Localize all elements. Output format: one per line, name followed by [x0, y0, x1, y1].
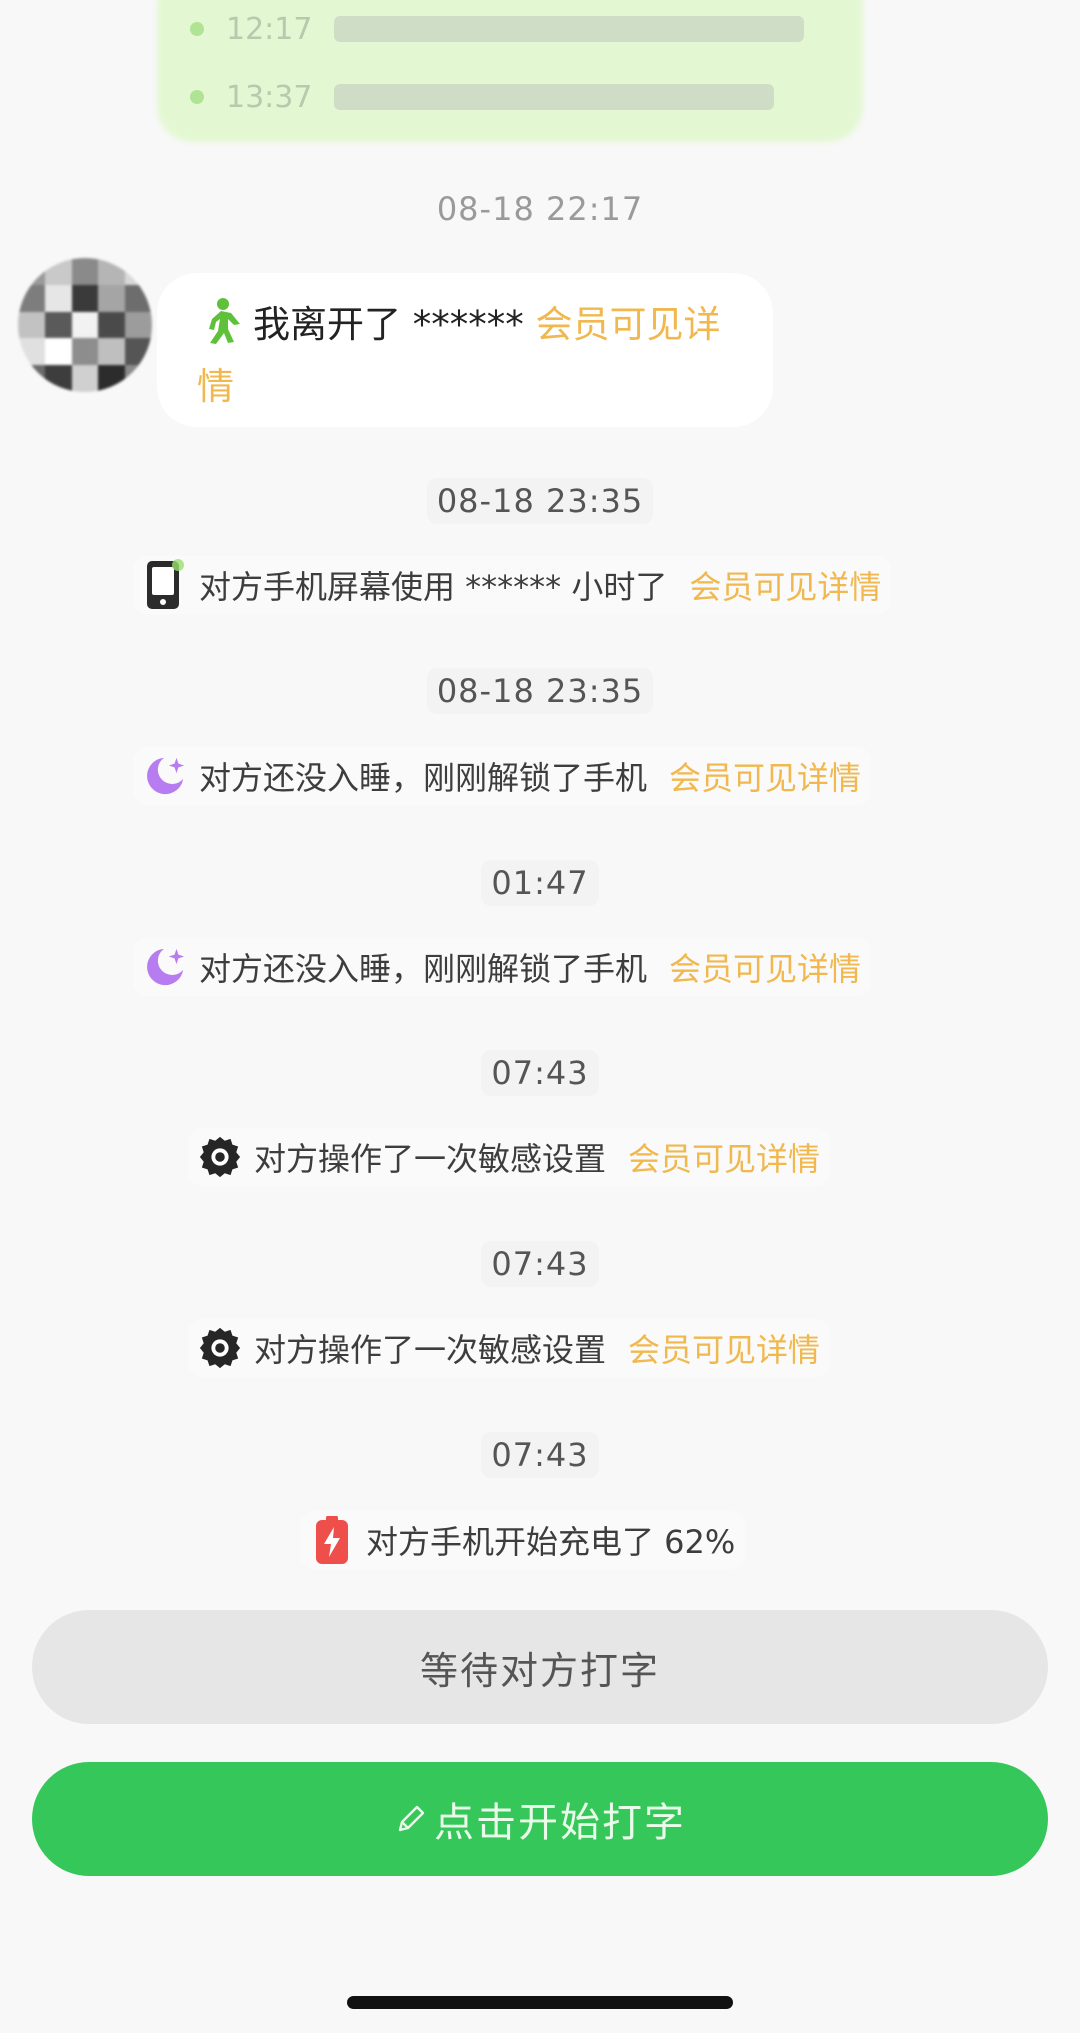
moon-icon	[143, 754, 187, 798]
avatar[interactable]	[18, 258, 152, 392]
start-typing-button[interactable]: 点击开始打字	[32, 1762, 1048, 1876]
timestamp: 08-18 23:35	[0, 478, 1080, 524]
event-item: 对方手机屏幕使用 ****** 小时了 会员可见详情	[133, 556, 892, 614]
event-item: 对方操作了一次敏感设置 会员可见详情	[188, 1319, 831, 1377]
member-details-link[interactable]: 会员可见详情	[628, 1325, 820, 1371]
event-item: 对方还没入睡，刚刚解锁了手机 会员可见详情	[133, 747, 872, 805]
timestamp: 08-18 22:17	[436, 190, 644, 228]
timestamp: 07:43	[0, 1241, 1080, 1287]
previous-line-2: 13:37	[190, 80, 775, 115]
timestamp: 08-18 23:35	[0, 668, 1080, 714]
event-item: 对方操作了一次敏感设置 会员可见详情	[188, 1128, 831, 1186]
message-bubble[interactable]: 我离开了 ****** 会员可见详情	[157, 273, 773, 427]
timestamp: 01:47	[0, 860, 1080, 906]
walking-person-icon	[197, 297, 243, 360]
gear-icon	[198, 1326, 242, 1370]
event-item: 对方还没入睡，刚刚解锁了手机 会员可见详情	[133, 938, 872, 996]
pencil-icon	[394, 1802, 428, 1836]
event-item: 对方手机开始充电了 62%	[300, 1511, 746, 1569]
previous-line-1: 12:17	[190, 12, 805, 47]
timestamp: 07:43	[0, 1050, 1080, 1096]
timestamp: 07:43	[0, 1432, 1080, 1478]
member-details-link[interactable]: 会员可见详情	[669, 753, 861, 799]
member-details-link[interactable]: 会员可见详情	[628, 1134, 820, 1180]
member-details-link[interactable]: 会员可见详情	[669, 944, 861, 990]
home-indicator[interactable]	[347, 1996, 733, 2009]
wait-typing-button[interactable]: 等待对方打字	[32, 1610, 1048, 1724]
member-details-link[interactable]: 会员可见详情	[689, 562, 881, 608]
gear-icon	[198, 1135, 242, 1179]
battery-charging-icon	[310, 1516, 354, 1564]
phone-screen-icon	[143, 559, 187, 609]
chat-screen: 12:17 13:37 08-18 22:17 我离开了 ****** 会员可见…	[0, 0, 1080, 2033]
moon-icon	[143, 945, 187, 989]
